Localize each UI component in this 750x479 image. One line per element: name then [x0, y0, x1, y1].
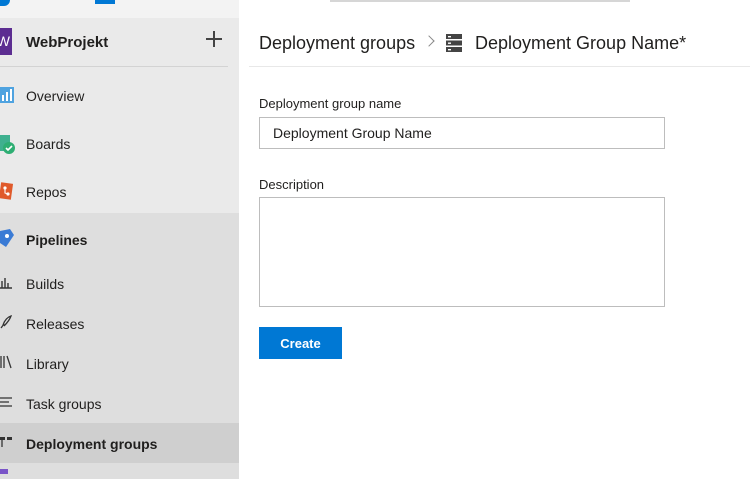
sidebar-item-builds[interactable]: Builds [0, 263, 239, 303]
sidebar-item-repos[interactable]: Repos [0, 171, 239, 211]
project-header[interactable]: W WebProjekt [0, 18, 239, 66]
sidebar-item-task-groups[interactable]: Task groups [0, 383, 239, 423]
builds-icon [0, 278, 12, 289]
description-textarea[interactable] [259, 197, 665, 307]
deployment-group-name-input[interactable] [259, 117, 665, 149]
deployment-groups-icon [0, 437, 12, 447]
sidebar-item-pipelines[interactable]: Pipelines [0, 219, 239, 259]
library-icon [0, 355, 12, 369]
overview-icon [0, 87, 14, 103]
name-field-label: Deployment group name [259, 96, 402, 111]
header-cutoff-text [330, 0, 630, 2]
sidebar-item-label: Task groups [26, 396, 102, 412]
project-avatar: W [0, 28, 12, 55]
pipelines-section: Pipelines Builds Releases Library Task g [0, 213, 239, 479]
sidebar-item-label: Pipelines [26, 232, 88, 248]
sidebar-item-boards[interactable]: Boards [0, 123, 239, 163]
sidebar-item-deployment-groups[interactable]: Deployment groups [0, 423, 239, 463]
plus-icon[interactable] [203, 28, 225, 50]
create-button[interactable]: Create [259, 327, 342, 359]
sidebar-item-label: Boards [26, 136, 71, 152]
sidebar-item-label: Repos [26, 184, 67, 200]
sidebar-item-library[interactable]: Library [0, 343, 239, 383]
pipelines-icon [0, 229, 14, 247]
releases-icon [0, 315, 12, 329]
sidebar: W WebProjekt Overview Boards Repos Pipel… [0, 18, 239, 479]
divider [0, 66, 228, 67]
sidebar-item-overview[interactable]: Overview [0, 75, 239, 115]
header-divider [249, 66, 750, 67]
boards-icon [0, 135, 15, 154]
repos-icon [0, 182, 14, 200]
sidebar-item-label: Overview [26, 88, 85, 104]
breadcrumb-current: Deployment Group Name* [475, 33, 687, 53]
sidebar-item-label: Releases [26, 316, 85, 332]
description-field-label: Description [259, 177, 325, 192]
chevron-right-icon [423, 35, 435, 47]
main-content: Deployment groups Deployment Group Name*… [239, 18, 750, 479]
server-icon [446, 34, 462, 52]
header-accent-bar [95, 0, 115, 4]
top-header-strip [0, 0, 750, 18]
sidebar-item-releases[interactable]: Releases [0, 303, 239, 343]
sidebar-item-label: Library [26, 356, 69, 372]
project-name: WebProjekt [26, 34, 109, 51]
breadcrumb-parent[interactable]: Deployment groups [259, 33, 415, 54]
sidebar-item-label: Deployment groups [26, 436, 158, 452]
header-left-area [0, 0, 239, 18]
task-groups-icon [0, 397, 12, 407]
sidebar-item-label: Builds [26, 276, 65, 292]
next-item-icon [0, 469, 8, 474]
